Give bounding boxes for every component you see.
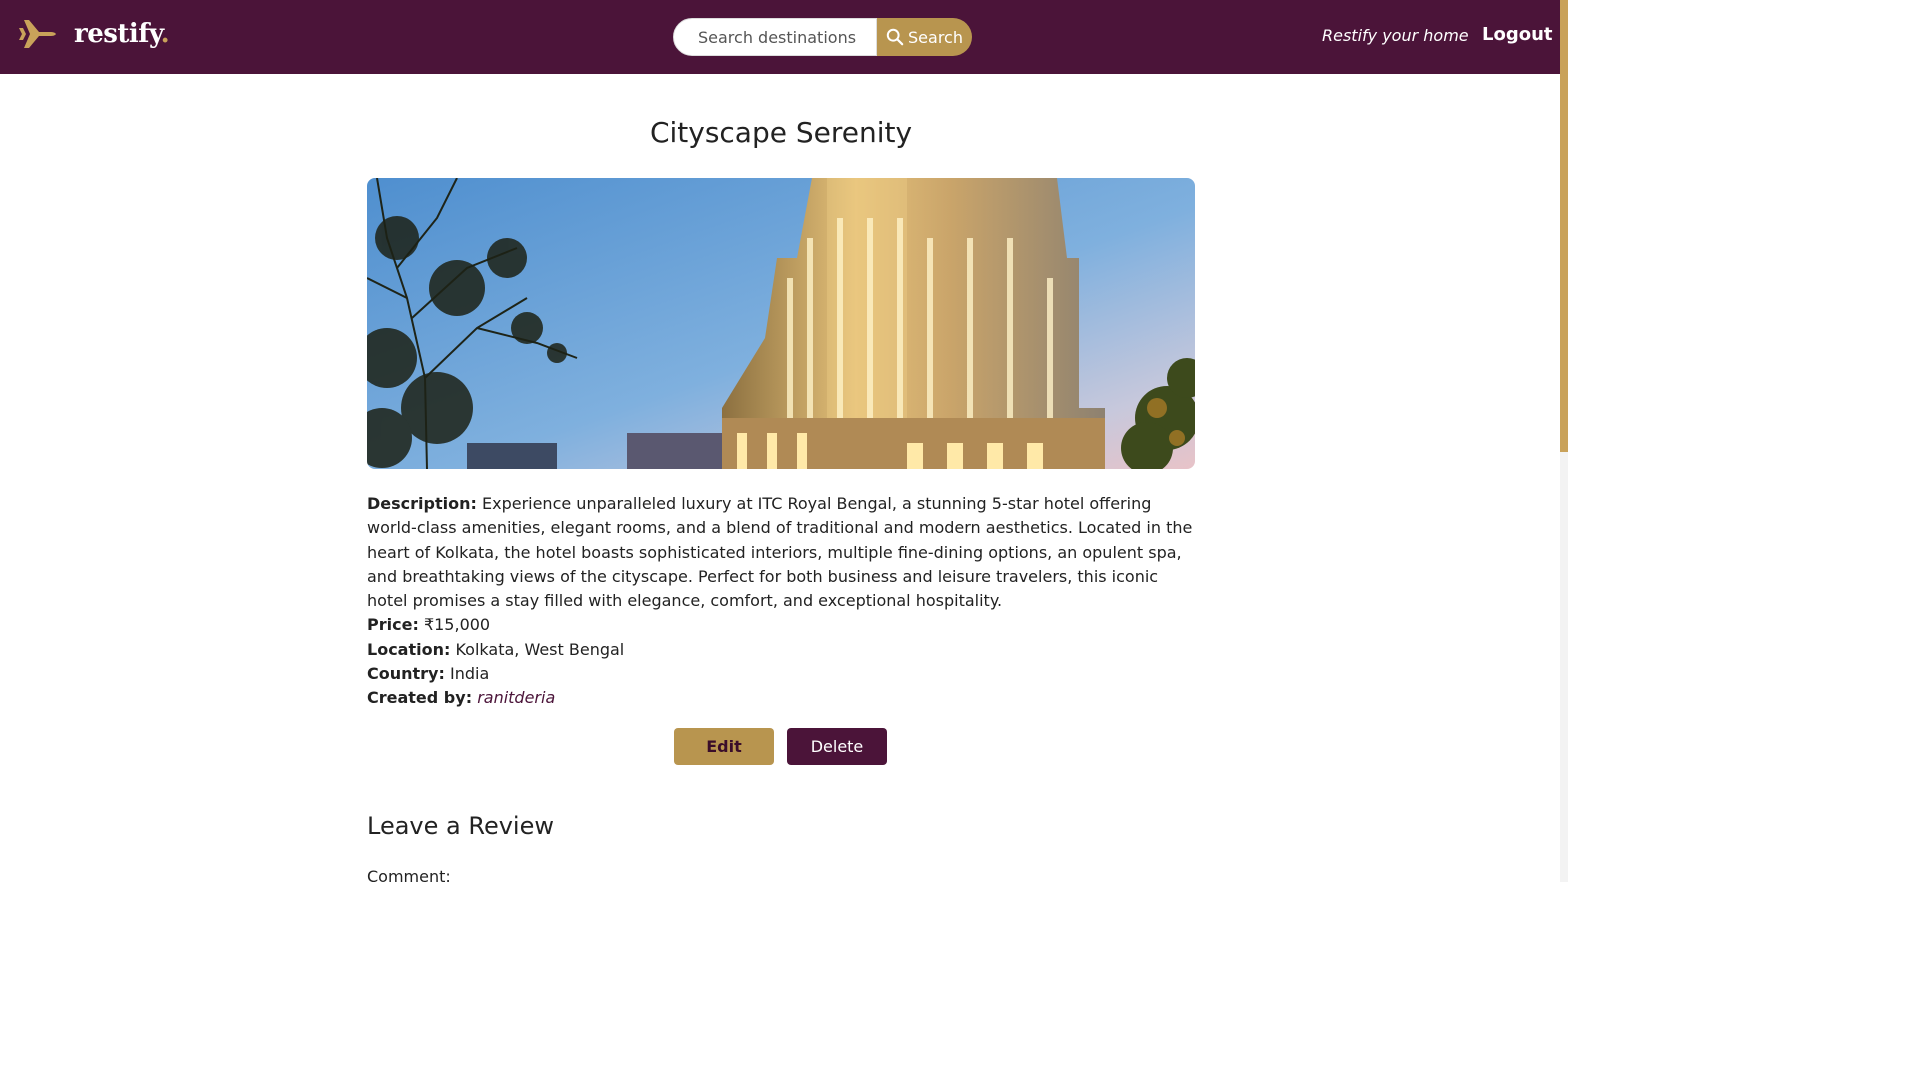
brand-logo-link[interactable]: restify. [18,14,170,54]
price-label: Price: [367,615,419,635]
created-by-row: Created by: ranitderia [367,686,1195,710]
restify-your-home-link[interactable]: Restify your home [1322,26,1469,45]
country-value: India [449,664,490,684]
review-heading: Leave a Review [367,812,554,840]
search-button-label: Search [908,27,963,47]
edit-button[interactable]: Edit [674,728,774,765]
delete-button[interactable]: Delete [787,728,887,765]
scrollbar-thumb[interactable] [1560,0,1568,452]
search-icon [886,28,904,46]
airplane-icon [19,20,56,48]
created-by-value: ranitderia [477,688,556,708]
description-label: Description: [367,494,477,513]
country-row: Country: India [367,662,1195,686]
top-navbar: restify. Search Restify your home Logout [0,0,1560,74]
price-value: ₹15,000 [423,615,491,635]
brand-name: restify. [74,19,170,49]
price-row: Price: ₹15,000 [367,613,1195,637]
created-by-label: Created by: [367,688,473,708]
location-row: Location: Kolkata, West Bengal [367,638,1195,662]
listing-title: Cityscape Serenity [649,116,913,149]
search-button[interactable]: Search [877,18,972,56]
listing-image [367,178,1195,469]
location-value: Kolkata, West Bengal [455,639,625,659]
search-input[interactable] [673,18,877,56]
listing-details: Description: Experience unparalleled lux… [367,492,1195,711]
logout-link[interactable]: Logout [1482,24,1553,45]
country-label: Country: [367,664,445,684]
scrollbar-track[interactable] [1560,0,1568,882]
comment-label: Comment: [367,867,451,886]
description-row: Description: Experience unparalleled lux… [367,492,1195,613]
description-text: Experience unparalleled luxury at ITC Ro… [367,494,1193,611]
search-form: Search [673,18,972,56]
location-label: Location: [367,639,451,659]
